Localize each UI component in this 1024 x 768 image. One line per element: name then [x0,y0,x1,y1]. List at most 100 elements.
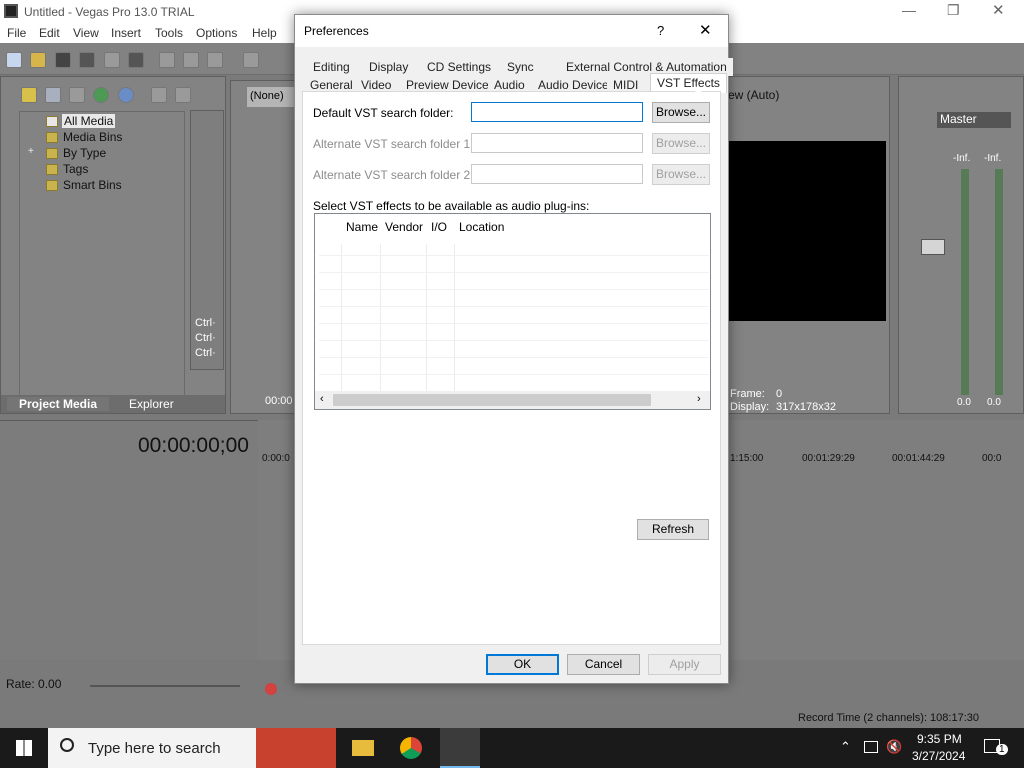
taskbar: Type here to search ⌃ 🔇 9:35 PM 3/27/202… [0,728,1024,768]
menu-insert[interactable]: Insert [111,26,141,40]
tab-display[interactable]: Display [363,58,415,76]
save-icon[interactable] [55,52,71,68]
rate-slider[interactable] [90,685,240,687]
volume-icon[interactable]: 🔇 [886,739,902,755]
tab-project-media[interactable]: Project Media [7,397,110,411]
menu-help[interactable]: Help [252,26,277,40]
vst-effects-tabpanel: Default VST search folder: Browse... Alt… [302,91,721,645]
chrome-icon[interactable] [400,737,422,759]
browse-default-button[interactable]: Browse... [652,102,710,123]
tree-item-tags[interactable]: Tags [63,162,88,176]
preview-mode-dropdown[interactable]: ew (Auto) [728,88,779,102]
refresh-button[interactable]: Refresh [637,519,709,540]
volume-fader[interactable] [921,239,945,255]
maximize-button[interactable]: ❐ [947,2,960,19]
column-name[interactable]: Name [346,220,378,234]
rate-label: Rate: 0.00 [6,677,62,691]
cut-icon[interactable] [159,52,175,68]
properties-icon[interactable] [128,52,144,68]
render-icon[interactable] [104,52,120,68]
capture-icon[interactable] [45,87,61,103]
trimmer-panel: (None) 00:00 [230,80,297,414]
trimmer-dropdown[interactable]: (None) [247,87,297,107]
remove-icon[interactable] [151,87,167,103]
file-explorer-icon[interactable] [352,740,374,756]
scroll-left-icon[interactable]: ‹ [320,393,324,405]
menu-file[interactable]: File [7,26,26,40]
tab-explorer[interactable]: Explorer [129,397,174,411]
default-folder-input[interactable] [471,102,643,122]
dialog-titlebar: Preferences ? ✕ [295,15,728,47]
help-button[interactable]: ? [657,23,664,38]
notification-count: 1 [996,744,1008,755]
folder-icon [46,132,58,143]
search-icon[interactable] [118,87,134,103]
scroll-right-icon[interactable]: › [697,393,701,405]
trimmer-time: 00:00 [265,395,293,407]
minimize-button[interactable]: — [902,2,916,18]
preferences-dialog: Preferences ? ✕ Editing Display CD Setti… [294,14,733,684]
windows-start-icon[interactable] [16,740,32,756]
column-io[interactable]: I/O [431,220,447,234]
frame-label: Frame: [730,388,765,400]
ctrl-label: Ctrl· [195,347,216,359]
menu-edit[interactable]: Edit [39,26,60,40]
new-icon[interactable] [6,52,22,68]
paste-icon[interactable] [207,52,223,68]
tab-editing[interactable]: Editing [307,58,356,76]
tree-item-by-type[interactable]: By Type [63,146,106,160]
column-vendor[interactable]: Vendor [385,220,423,234]
chevron-up-icon[interactable]: ⌃ [840,739,851,755]
menu-options[interactable]: Options [196,26,237,40]
tab-cd-settings[interactable]: CD Settings [421,58,498,76]
grid-line [341,244,342,392]
horizontal-scrollbar[interactable]: ‹ › [315,391,710,409]
transitions-panel: Ctrl· Ctrl· Ctrl· [190,110,224,370]
alt2-folder-input[interactable] [471,164,643,184]
grid-line [319,289,709,290]
undo-icon[interactable] [243,52,259,68]
vegas-taskbar-icon[interactable] [440,728,480,768]
web-icon[interactable] [93,87,109,103]
browse-alt2-button[interactable]: Browse... [652,164,710,185]
menu-tools[interactable]: Tools [155,26,183,40]
ctrl-label: Ctrl· [195,332,216,344]
weather-widget-icon[interactable] [256,728,336,768]
grid-line [319,374,709,375]
apply-button[interactable]: Apply [648,654,721,675]
tree-item-smart-bins[interactable]: Smart Bins [63,178,122,192]
meter-right [995,169,1003,395]
alt1-folder-input[interactable] [471,133,643,153]
copy-icon[interactable] [183,52,199,68]
clock-date[interactable]: 3/27/2024 [912,749,965,763]
open-icon[interactable] [30,52,46,68]
vst-effects-list[interactable]: Name Vendor I/O Location ‹ › [314,213,711,410]
clock-time[interactable]: 9:35 PM [917,732,962,746]
menu-view[interactable]: View [73,26,99,40]
grid-line [319,255,709,256]
cancel-button[interactable]: Cancel [567,654,640,675]
bottom-right-value: 0.0 [987,397,1001,408]
column-location[interactable]: Location [459,220,504,234]
import-media-icon[interactable] [21,87,37,103]
get-media-icon[interactable] [69,87,85,103]
media-fx-icon[interactable] [175,87,191,103]
close-button[interactable]: ✕ [992,1,1005,19]
taskbar-search[interactable]: Type here to search [48,728,256,768]
tab-sync[interactable]: Sync [501,58,540,76]
tree-item-all-media[interactable]: All Media [62,114,116,128]
browse-alt1-button[interactable]: Browse... [652,133,710,154]
search-placeholder: Type here to search [88,740,221,757]
network-icon[interactable] [864,741,878,753]
display-label: Display: [730,401,770,413]
tab-vst-effects[interactable]: VST Effects [650,73,727,93]
grid-line [454,244,455,392]
expand-icon[interactable]: + [28,146,34,157]
save-as-icon[interactable] [79,52,95,68]
scroll-thumb[interactable] [333,394,651,406]
tree-item-media-bins[interactable]: Media Bins [63,130,122,144]
preview-screen [728,141,886,321]
dialog-close-button[interactable]: ✕ [699,21,712,39]
record-icon[interactable] [265,683,277,695]
ok-button[interactable]: OK [486,654,559,675]
